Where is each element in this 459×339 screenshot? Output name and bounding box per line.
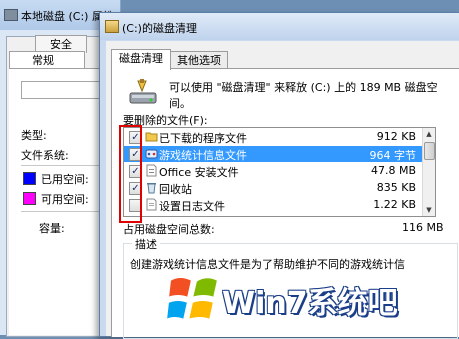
description-legend: 描述 xyxy=(132,236,160,252)
folder-icon xyxy=(145,132,158,142)
game-icon xyxy=(145,149,158,159)
scroll-thumb[interactable] xyxy=(424,142,435,160)
checkbox[interactable]: ✓ xyxy=(129,165,142,178)
file-size: 47.8 MB xyxy=(370,164,416,177)
list-item[interactable]: ✓ Office 安装文件 47.8 MB xyxy=(124,163,424,179)
drive-icon xyxy=(4,9,18,21)
free-space-label: 可用空间: xyxy=(41,193,89,206)
divider xyxy=(21,211,111,212)
scroll-up-arrow-icon[interactable]: ▲ xyxy=(423,128,435,140)
list-item[interactable]: ✓ 回收站 835 KB xyxy=(124,180,424,196)
files-to-delete-label: 要删除的文件(F): xyxy=(123,114,208,127)
tab-more-options[interactable]: 其他选项 xyxy=(170,51,228,69)
document-icon xyxy=(146,198,157,211)
capacity-label: 容量: xyxy=(39,222,65,235)
intro-text: 可以使用 "磁盘清理" 来释放 (C:) 上的 189 MB 磁盘空间。 xyxy=(169,81,438,110)
tab-general[interactable]: 常规 xyxy=(9,51,85,68)
office-icon xyxy=(146,164,157,177)
drive-label-input[interactable] xyxy=(21,81,103,99)
file-size: 912 KB xyxy=(376,130,416,143)
total-space-label: 占用磁盘空间总数: xyxy=(123,223,215,236)
recycle-bin-icon xyxy=(147,183,156,194)
used-space-swatch xyxy=(23,172,36,185)
dialog-title: (C:)的磁盘清理 xyxy=(122,22,197,35)
file-name: 游戏统计信息文件 xyxy=(159,149,247,162)
divider xyxy=(21,165,111,166)
list-scrollbar[interactable]: ▲ ▼ xyxy=(422,128,435,216)
file-name: 设置日志文件 xyxy=(159,200,225,213)
watermark: Win7系统吧 xyxy=(158,268,459,335)
file-name: 已下载的程序文件 xyxy=(159,132,247,145)
file-name: Office 安装文件 xyxy=(159,166,239,179)
files-to-delete-list[interactable]: ✓ 已下载的程序文件 912 KB ✓ 游戏统计信息文件 964 字节 ✓ Of… xyxy=(123,127,436,217)
file-size: 964 字节 xyxy=(369,149,417,162)
type-label: 类型: xyxy=(21,129,47,142)
total-space-value: 116 MB xyxy=(402,221,444,234)
checkbox[interactable]: ✓ xyxy=(129,148,142,161)
filesystem-label: 文件系统: xyxy=(21,149,69,162)
file-size: 1.22 KB xyxy=(373,198,416,211)
checkbox[interactable]: ✓ xyxy=(129,182,142,195)
scroll-down-arrow-icon[interactable]: ▼ xyxy=(423,204,435,216)
used-space-label: 已用空间: xyxy=(41,173,89,186)
dialog-title-bar[interactable]: (C:)的磁盘清理 xyxy=(100,13,459,40)
disk-cleanup-icon xyxy=(105,20,119,33)
general-tab-body: 类型: 文件系统: N 已用空间: 可用空间: 容量: xyxy=(9,68,113,335)
checkbox[interactable]: ✓ xyxy=(129,131,142,144)
windows-logo-icon xyxy=(166,276,220,322)
list-item[interactable]: 设置日志文件 1.22 KB xyxy=(124,197,424,213)
watermark-text: Win7系统吧 xyxy=(222,286,398,321)
free-space-swatch xyxy=(23,192,36,205)
tab-disk-cleanup[interactable]: 磁盘清理 xyxy=(111,49,171,70)
checkbox[interactable] xyxy=(129,199,142,212)
drive-cleanup-icon xyxy=(129,79,157,104)
file-name: 回收站 xyxy=(159,183,192,196)
list-item[interactable]: ✓ 已下载的程序文件 912 KB xyxy=(124,129,424,145)
list-item[interactable]: ✓ 游戏统计信息文件 964 字节 xyxy=(124,146,424,162)
file-size: 835 KB xyxy=(376,181,416,194)
